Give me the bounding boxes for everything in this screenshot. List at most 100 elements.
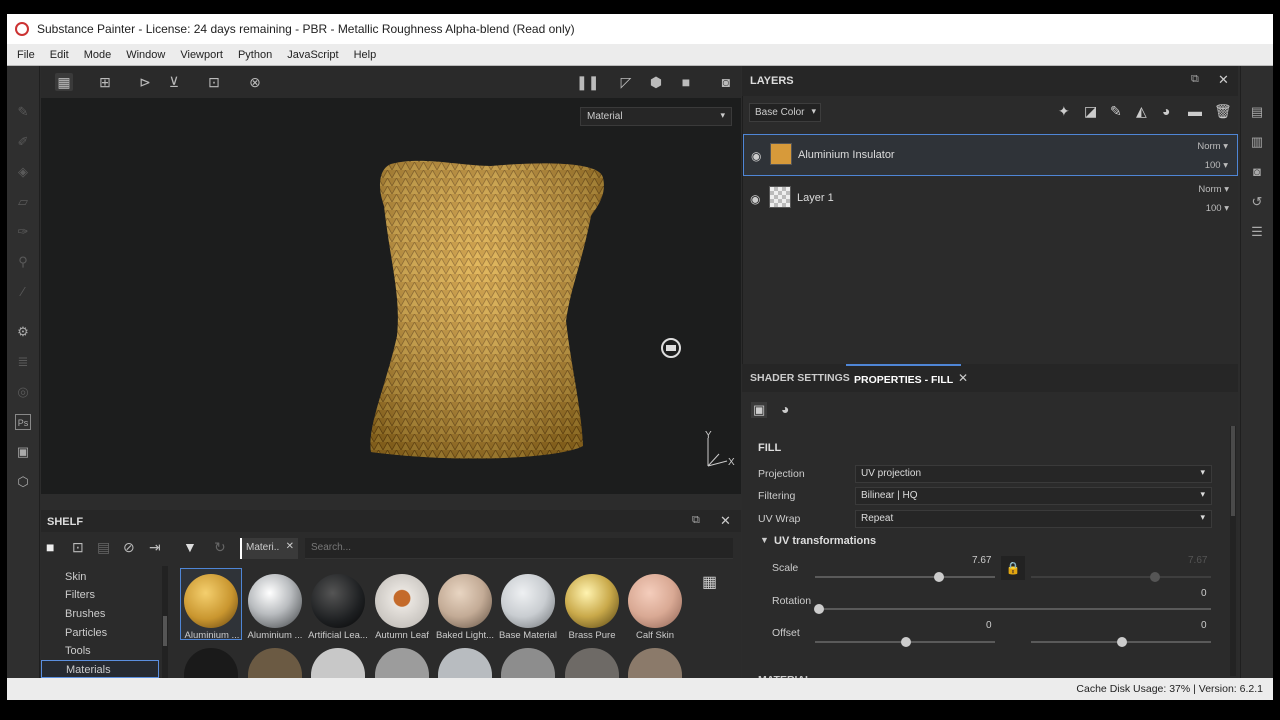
plugin-icon[interactable]: ⬡ (15, 474, 31, 490)
export-icon[interactable]: ▣ (15, 444, 31, 460)
add-folder-icon[interactable]: ▬ (1188, 103, 1202, 119)
layer-blend-mode[interactable]: Norm ▾ (1198, 184, 1229, 195)
bake-icon[interactable]: ≣ (15, 354, 31, 370)
menu-help[interactable]: Help (348, 49, 383, 61)
category-filters[interactable]: Filters (41, 586, 159, 604)
material-thumb-baked-lighting[interactable] (438, 574, 492, 628)
fill-properties-icon[interactable]: ▣ (751, 402, 768, 418)
layer-blend-mode[interactable]: Norm ▾ (1197, 141, 1228, 152)
menu-python[interactable]: Python (232, 49, 278, 61)
add-fill-layer-icon[interactable]: ◭ (1136, 103, 1147, 120)
layer-opacity[interactable]: 100 ▾ (1206, 203, 1229, 214)
category-scrollbar[interactable] (162, 566, 168, 678)
delete-layer-icon[interactable]: 🗑 (1214, 103, 1232, 120)
chip-close-icon[interactable]: ✕ (286, 541, 294, 552)
tab-properties-fill[interactable]: PROPERTIES - FILL (846, 364, 962, 392)
close-icon[interactable]: ✕ (958, 371, 968, 385)
properties-scrollbar[interactable] (1230, 426, 1236, 676)
scale-slider[interactable] (815, 576, 995, 578)
display-settings-icon[interactable]: ◙ (1249, 164, 1265, 180)
smudge-icon[interactable]: ✑ (15, 224, 31, 240)
add-mask-icon[interactable]: ◪ (1084, 103, 1097, 120)
menu-edit[interactable]: Edit (44, 49, 75, 61)
screenshot-icon[interactable]: ◙ (717, 73, 735, 91)
texture-set-icon[interactable]: ▥ (1249, 134, 1265, 150)
scale-value[interactable]: 7.67 (972, 555, 991, 566)
menu-window[interactable]: Window (120, 49, 171, 61)
layer-row-aluminium-insulator[interactable]: ◉ Aluminium Insulator Norm ▾ 100 ▾ (743, 134, 1238, 176)
light-rotate-icon[interactable] (661, 338, 681, 358)
rotation-slider-knob[interactable] (814, 604, 824, 614)
menu-viewport[interactable]: Viewport (174, 49, 229, 61)
photoshop-export-icon[interactable]: Ps (15, 414, 31, 430)
material-mode-icon[interactable]: ◕ (781, 401, 789, 417)
popout-icon[interactable]: ⧉ (692, 514, 700, 527)
material-thumb-row2[interactable] (501, 648, 555, 678)
hide-icon[interactable]: ⊘ (123, 539, 135, 556)
material-thumb-calf-skin[interactable] (628, 574, 682, 628)
refresh-icon[interactable]: ↻ (214, 539, 226, 556)
polygon-fill-icon[interactable]: ▱ (15, 194, 31, 210)
projection-icon[interactable]: ◈ (15, 164, 31, 180)
rotation-slider[interactable] (815, 608, 1211, 610)
material-thumb-brass-pure[interactable] (565, 574, 619, 628)
material-thumb-row2[interactable] (311, 648, 365, 678)
view-3d-icon[interactable]: ⬢ (647, 73, 665, 91)
settings-gear-icon[interactable]: ⚙ (15, 324, 31, 340)
pause-icon[interactable]: ❚❚ (576, 73, 599, 91)
display-mode-select[interactable]: Material ▾ (580, 107, 732, 126)
clone-icon[interactable]: ⚲ (15, 254, 31, 270)
material-thumb-row2[interactable] (565, 648, 619, 678)
grid-view-icon[interactable]: ▦ (702, 572, 717, 592)
3d-viewport[interactable]: Y X (41, 66, 741, 494)
layer-opacity[interactable]: 100 ▾ (1205, 160, 1228, 171)
channel-select[interactable]: Base Color ▾ (749, 103, 821, 122)
material-thumb-artificial-leather[interactable] (311, 574, 365, 628)
material-thumb-row2[interactable] (184, 648, 238, 678)
grid-layout-icon[interactable]: ⊞ (96, 73, 114, 91)
menu-mode[interactable]: Mode (78, 49, 118, 61)
category-materials[interactable]: Materials (41, 660, 159, 678)
color-picker-icon[interactable]: ⁄ (15, 284, 31, 300)
folder-icon[interactable]: ■ (46, 539, 54, 555)
lock-icon[interactable]: 🔒 (1001, 556, 1025, 580)
paint-brush-icon[interactable]: ✎ (15, 104, 31, 120)
offset-u-value[interactable]: 0 (986, 620, 992, 631)
layer-row-layer-1[interactable]: ◉ Layer 1 Norm ▾ 100 ▾ (743, 178, 1238, 220)
material-thumb-row2[interactable] (438, 648, 492, 678)
tab-shader-settings[interactable]: SHADER SETTINGS (742, 364, 858, 392)
close-icon[interactable]: ✕ (720, 513, 731, 529)
add-frame-icon[interactable]: ⊡ (205, 73, 223, 91)
history-icon[interactable]: ↺ (1249, 194, 1265, 210)
offset-v-slider-knob[interactable] (1117, 637, 1127, 647)
offset-v-value[interactable]: 0 (1201, 620, 1207, 631)
offset-u-slider-knob[interactable] (901, 637, 911, 647)
reset-icon[interactable]: ⊗ (246, 73, 264, 91)
grid-select-icon[interactable]: ▦ (55, 73, 73, 91)
menu-file[interactable]: File (11, 49, 41, 61)
iray-icon[interactable]: ◎ (15, 384, 31, 400)
material-thumb-base-material[interactable] (501, 574, 555, 628)
material-thumb-row2[interactable] (628, 648, 682, 678)
scale-slider-knob[interactable] (934, 572, 944, 582)
category-skin[interactable]: Skin (41, 568, 159, 586)
category-brushes[interactable]: Brushes (41, 605, 159, 623)
filter-chip[interactable]: Materi.. ✕ (240, 538, 298, 559)
visibility-eye-icon[interactable]: ◉ (751, 149, 761, 163)
material-thumb-aluminium-insulator[interactable] (184, 574, 238, 628)
layers-panel-icon[interactable]: ▤ (1249, 104, 1265, 120)
log-icon[interactable]: ☰ (1249, 224, 1265, 240)
database-icon[interactable]: ▤ (97, 539, 110, 556)
new-folder-icon[interactable]: ⊡ (72, 539, 84, 556)
material-thumb-autumn-leaf[interactable] (375, 574, 429, 628)
import-icon[interactable]: ⇥ (149, 539, 161, 556)
close-icon[interactable]: ✕ (1218, 72, 1229, 88)
symmetry-y-icon[interactable]: ⊻ (165, 73, 183, 91)
category-particles[interactable]: Particles (41, 624, 159, 642)
add-effect-icon[interactable]: ◕ (1162, 103, 1170, 119)
magic-wand-icon[interactable]: ✦ (1058, 103, 1070, 120)
eraser-icon[interactable]: ✐ (15, 134, 31, 150)
material-thumb-row2[interactable] (248, 648, 302, 678)
collapse-arrow-icon[interactable]: ▼ (760, 535, 769, 545)
popout-icon[interactable]: ⧉ (1191, 73, 1199, 86)
